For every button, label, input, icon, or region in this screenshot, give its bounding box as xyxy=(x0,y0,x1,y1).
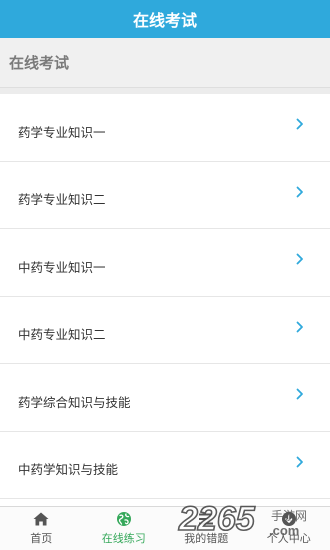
section-header: 在线考试 xyxy=(0,38,330,88)
tab-profile[interactable]: 个人中心 xyxy=(248,507,330,550)
chevron-right-icon xyxy=(296,118,303,130)
section-title: 在线考试 xyxy=(9,54,70,72)
list-item-label: 药学专业知识一 xyxy=(18,124,106,140)
list-item[interactable]: 中药专业知识一 xyxy=(0,229,330,297)
exam-list: 药学专业知识一 药学专业知识二 中药专业知识一 中药专业知识二 药学综合知识与技… xyxy=(0,94,330,506)
list-item[interactable]: 中药学知识与技能 xyxy=(0,431,330,499)
chevron-right-icon xyxy=(296,321,303,332)
list-icon xyxy=(199,513,214,525)
home-icon xyxy=(33,512,49,526)
chevron-right-icon xyxy=(296,388,303,400)
tab-label: 在线练习 xyxy=(101,532,146,545)
chevron-right-icon xyxy=(296,253,303,265)
chevron-right-icon xyxy=(296,186,303,197)
list-item-label: 药学专业知识二 xyxy=(18,192,106,208)
list-item[interactable]: 药学专业知识二 xyxy=(0,161,330,229)
tab-label: 个人中心 xyxy=(266,532,311,545)
list-item[interactable]: 中药专业知识二 xyxy=(0,296,330,364)
top-app-bar: 在线考试 xyxy=(0,0,330,38)
list-item[interactable]: 药学专业知识一 xyxy=(0,94,330,162)
globe-icon xyxy=(116,512,131,526)
tab-label: 我的错题 xyxy=(184,532,229,545)
list-item-label: 中药专业知识二 xyxy=(18,327,106,343)
tab-mistakes[interactable]: 我的错题 xyxy=(165,507,248,550)
download-icon xyxy=(281,512,296,526)
bottom-tab-bar: 首页 在线练习 我的错题 个人中心 xyxy=(0,506,330,550)
page-title: 在线考试 xyxy=(132,11,197,30)
list-item-label: 中药学知识与技能 xyxy=(18,462,119,478)
tab-home[interactable]: 首页 xyxy=(0,507,83,550)
list-item-label: 药学综合知识与技能 xyxy=(18,394,131,410)
list-item-label: 中药专业知识一 xyxy=(18,259,106,275)
tab-practice[interactable]: 在线练习 xyxy=(83,507,166,550)
tab-label: 首页 xyxy=(30,532,53,545)
list-item[interactable]: 药学综合知识与技能 xyxy=(0,364,330,432)
chevron-right-icon xyxy=(296,456,303,467)
